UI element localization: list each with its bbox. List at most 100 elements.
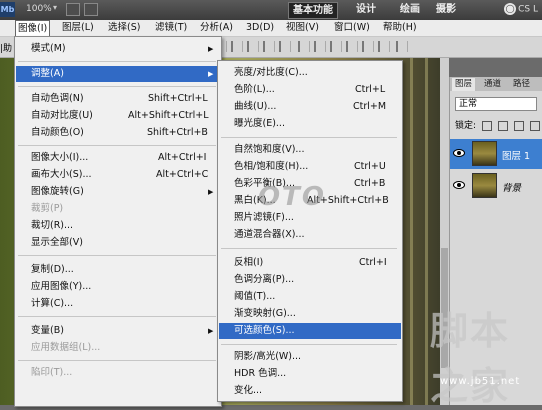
- menu-item-label: 自然饱和度(V)...: [234, 144, 305, 155]
- site-watermark: 脚本之家: [430, 309, 511, 408]
- menu-item-image-size[interactable]: 图像大小(I)... Alt+Ctrl+I: [16, 150, 220, 166]
- menu-item-channel-mixer[interactable]: 通道混合器(X)...: [219, 227, 401, 243]
- tab-paths[interactable]: 路径: [510, 78, 533, 91]
- menu-item-shadows-highlights[interactable]: 阴影/高光(W)...: [219, 349, 401, 365]
- menu-item-shortcut: Shift+Ctrl+B: [147, 127, 208, 138]
- lock-label: 锁定:: [455, 121, 477, 131]
- workspace-photography[interactable]: 摄影: [432, 2, 460, 17]
- menu-item-brightness-contrast[interactable]: 亮度/对比度(C)...: [219, 65, 401, 81]
- lock-all-icon[interactable]: [529, 120, 540, 131]
- align-middle-icon[interactable]: [231, 41, 243, 52]
- align-center-icon[interactable]: [279, 41, 291, 52]
- menu-item-trap: 陷印(T)...: [16, 365, 220, 381]
- chevron-down-icon[interactable]: ▾: [53, 3, 57, 12]
- distribute-center-icon[interactable]: [362, 41, 374, 52]
- lock-transparency-icon[interactable]: [481, 120, 492, 131]
- menu-item-hue-saturation[interactable]: 色相/饱和度(H)... Ctrl+U: [219, 159, 401, 175]
- menu-item-photo-filter[interactable]: 照片滤镜(F)...: [219, 210, 401, 226]
- lock-position-icon[interactable]: [513, 120, 524, 131]
- menu-item-posterize[interactable]: 色调分离(P)...: [219, 272, 401, 288]
- menu-item-label: 陷印(T)...: [31, 367, 73, 378]
- distribute-bottom-icon[interactable]: [330, 41, 342, 52]
- tab-channels[interactable]: 通道: [481, 78, 504, 91]
- visibility-eye-icon[interactable]: [453, 148, 465, 158]
- menu-item-levels[interactable]: 色阶(L)... Ctrl+L: [219, 82, 401, 98]
- menu-item-auto-tone[interactable]: 自动色调(N) Shift+Ctrl+L: [16, 91, 220, 107]
- menu-image[interactable]: 图像(I): [15, 20, 51, 36]
- menu-item-reveal-all[interactable]: 显示全部(V): [16, 235, 220, 251]
- menu-3d[interactable]: 3D(D): [246, 20, 274, 36]
- menu-select[interactable]: 选择(S): [108, 20, 140, 36]
- menu-item-apply-image[interactable]: 应用图像(Y)...: [16, 279, 220, 295]
- menu-item-hdr-toning[interactable]: HDR 色调...: [219, 366, 401, 382]
- align-bottom-icon[interactable]: [247, 41, 259, 52]
- layer-name[interactable]: 图层 1: [502, 148, 530, 162]
- auto-align-icon[interactable]: [396, 41, 408, 52]
- distribute-left-icon[interactable]: [346, 41, 358, 52]
- menu-item-label: 曲线(U)...: [234, 101, 277, 112]
- menu-item-curves[interactable]: 曲线(U)... Ctrl+M: [219, 99, 401, 115]
- layer-row-background[interactable]: 背景: [450, 171, 542, 201]
- submenu-arrow-icon: ▶: [208, 188, 214, 196]
- workspace-essentials[interactable]: 基本功能: [288, 2, 338, 19]
- menu-item-gradient-map[interactable]: 渐变映射(G)...: [219, 306, 401, 322]
- menu-item-exposure[interactable]: 曝光度(E)...: [219, 116, 401, 132]
- distribute-top-icon[interactable]: [298, 41, 310, 52]
- blend-mode-select[interactable]: 正常: [455, 97, 537, 111]
- menu-item-label: 裁剪(P): [31, 203, 64, 214]
- menu-item-label: HDR 色调...: [234, 368, 287, 379]
- layer-name[interactable]: 背景: [502, 180, 521, 194]
- zoom-level[interactable]: 100%: [26, 4, 52, 14]
- tab-layers[interactable]: 图层: [452, 78, 476, 91]
- menu-item-shortcut: Ctrl+L: [355, 84, 386, 95]
- menu-item-image-rotation[interactable]: 图像旋转(G) ▶: [16, 184, 220, 200]
- menu-item-variables[interactable]: 变量(B) ▶: [16, 323, 220, 339]
- cs-live[interactable]: ◯ CS L: [504, 3, 538, 15]
- menu-layer[interactable]: 图层(L): [62, 20, 94, 36]
- menu-filter[interactable]: 滤镜(T): [155, 20, 187, 36]
- menu-item-calculations[interactable]: 计算(C)...: [16, 296, 220, 312]
- menu-item-label: 色调分离(P)...: [234, 274, 295, 285]
- image-menu-dropdown: 模式(M) ▶ 调整(A) ▶ 自动色调(N) Shift+Ctrl+L 自动对比度(…: [14, 36, 222, 407]
- menu-item-adjustments[interactable]: 调整(A) ▶: [16, 66, 220, 82]
- menu-item-label: 反相(I): [234, 257, 264, 268]
- menu-item-threshold[interactable]: 阈值(T)...: [219, 289, 401, 305]
- menu-item-label: 照片滤镜(F)...: [234, 212, 294, 223]
- menu-item-mode[interactable]: 模式(M) ▶: [16, 41, 220, 57]
- layer-row-layer1[interactable]: 图层 1: [450, 139, 542, 169]
- menu-item-canvas-size[interactable]: 画布大小(S)... Alt+Ctrl+C: [16, 167, 220, 183]
- workspace-design[interactable]: 设计: [352, 2, 380, 17]
- menu-item-auto-color[interactable]: 自动颜色(O) Shift+Ctrl+B: [16, 125, 220, 141]
- visibility-eye-icon[interactable]: [453, 180, 465, 190]
- canvas-detail: [425, 58, 428, 405]
- menu-item-label: 自动对比度(U): [31, 110, 93, 121]
- menu-help[interactable]: 帮助(H): [383, 20, 417, 36]
- menu-view[interactable]: 视图(V): [286, 20, 319, 36]
- menu-item-trim[interactable]: 裁切(R)...: [16, 218, 220, 234]
- bridge-logo-icon[interactable]: Mb: [0, 2, 15, 17]
- menu-item-label: 变化...: [234, 385, 263, 396]
- screen-mode-icon[interactable]: [66, 3, 80, 16]
- menu-item-invert[interactable]: 反相(I) Ctrl+I: [219, 255, 401, 271]
- menu-item-vibrance[interactable]: 自然饱和度(V)...: [219, 142, 401, 158]
- align-left-icon[interactable]: [263, 41, 275, 52]
- cs-live-label: CS L: [518, 4, 538, 15]
- distribute-middle-icon[interactable]: [314, 41, 326, 52]
- menu-window[interactable]: 窗口(W): [334, 20, 370, 36]
- distribute-right-icon[interactable]: [378, 41, 390, 52]
- menu-item-selective-color[interactable]: 可选颜色(S)...: [219, 323, 401, 339]
- menu-item-label: 自动色调(N): [31, 93, 84, 104]
- menu-separator: [221, 344, 397, 345]
- menu-item-duplicate[interactable]: 复制(D)...: [16, 262, 220, 278]
- lock-pixels-icon[interactable]: [497, 120, 508, 131]
- menu-item-label: 渐变映射(G)...: [234, 308, 296, 319]
- site-watermark-url: www.jb51.net: [440, 376, 521, 387]
- workspace-painting[interactable]: 绘画: [396, 2, 424, 17]
- lock-row: 锁定:: [455, 118, 540, 131]
- adjustments-submenu: 亮度/对比度(C)... 色阶(L)... Ctrl+L 曲线(U)... Ctrl…: [217, 60, 403, 402]
- menu-item-auto-contrast[interactable]: 自动对比度(U) Alt+Shift+Ctrl+L: [16, 108, 220, 124]
- arrange-documents-icon[interactable]: [84, 3, 98, 16]
- menu-item-variations[interactable]: 变化...: [219, 383, 401, 399]
- menu-analysis[interactable]: 分析(A): [200, 20, 233, 36]
- menu-item-label: 复制(D)...: [31, 264, 74, 275]
